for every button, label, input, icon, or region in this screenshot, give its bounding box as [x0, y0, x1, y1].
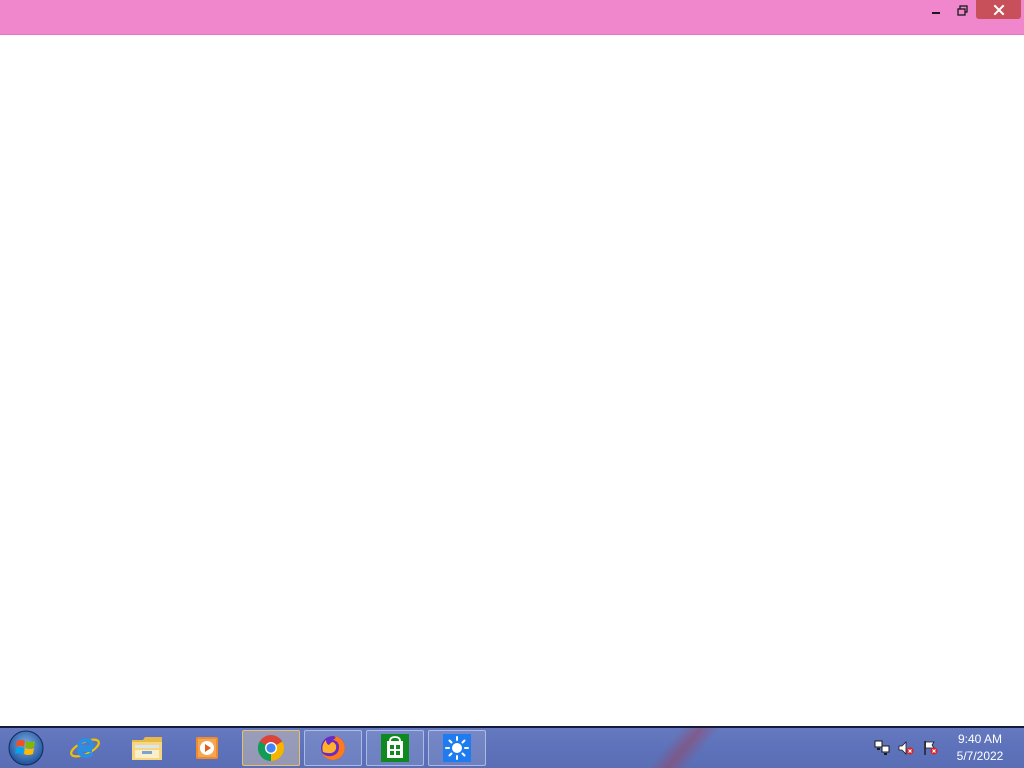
clock-time: 9:40 AM [957, 732, 1003, 746]
internet-explorer-icon [70, 737, 100, 759]
network-icon [874, 740, 890, 755]
minimize-button[interactable] [922, 0, 950, 20]
chrome-icon [257, 735, 285, 762]
taskbar-internet-explorer[interactable] [56, 730, 114, 766]
minimize-icon [932, 12, 940, 14]
windows-logo-icon [8, 730, 44, 766]
taskbar-media-player[interactable] [178, 730, 236, 766]
volume-tray-button[interactable] [898, 740, 914, 756]
volume-muted-icon [898, 741, 914, 755]
network-tray-button[interactable] [874, 740, 890, 756]
start-button[interactable] [6, 730, 46, 766]
store-icon [381, 734, 409, 762]
taskbar-file-explorer[interactable] [118, 730, 176, 766]
window-title-bar[interactable] [0, 0, 1024, 35]
window-client-area[interactable] [0, 35, 1024, 726]
firefox-icon [321, 736, 345, 760]
taskbar-clock[interactable]: 9:40 AM 5/7/2022 [944, 731, 1016, 765]
folder-icon [132, 737, 162, 760]
taskbar-firefox[interactable] [304, 730, 362, 766]
taskbar: 9:40 AM 5/7/2022 [0, 726, 1024, 768]
taskbar-wallpaper-streak [630, 728, 730, 768]
clock-date: 5/7/2022 [956, 749, 1004, 763]
action-center-flag-icon [924, 741, 938, 755]
close-icon [993, 4, 1004, 15]
taskbar-google-chrome[interactable] [242, 730, 300, 766]
taskbar-store[interactable] [366, 730, 424, 766]
media-player-icon [196, 737, 218, 759]
restore-button[interactable] [948, 0, 976, 20]
sun-icon [443, 734, 471, 762]
restore-icon [956, 4, 968, 16]
action-center-tray-button[interactable] [922, 740, 938, 756]
taskbar-weather[interactable] [428, 730, 486, 766]
desktop-screen: 9:40 AM 5/7/2022 [0, 0, 1024, 768]
close-button[interactable] [976, 0, 1021, 19]
